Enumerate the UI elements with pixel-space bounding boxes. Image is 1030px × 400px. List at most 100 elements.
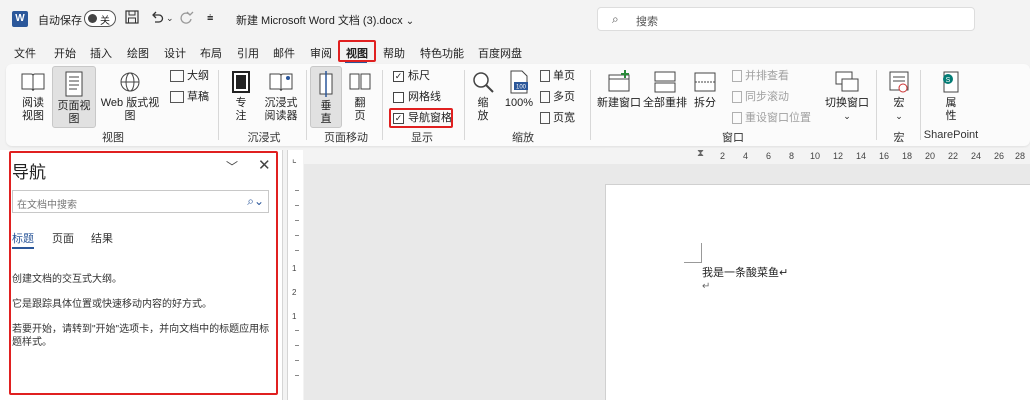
ruler-tick [295,250,299,251]
tab-baidu-netdisk[interactable]: 百度网盘 [478,45,522,61]
document-line-1[interactable]: 我是一条酸菜鱼↵ [702,264,788,280]
reset-window-label: 重设窗口位置 [745,112,811,124]
redo-icon[interactable] [180,10,194,28]
print-layout-label: 页面视图 [57,100,91,125]
zoom-100-label: 100% [504,97,534,109]
page-width-button[interactable]: 页宽 [540,110,575,126]
one-page-icon [540,70,550,83]
margin-corner-marker [684,243,702,263]
vertical-button[interactable]: 垂 直 [310,66,342,128]
properties-button[interactable]: S 属 性 [936,70,966,124]
split-label: 拆分 [694,97,716,109]
multiple-pages-label: 多页 [553,91,575,103]
ruler-number: 24 [971,151,982,161]
document-title[interactable]: 新建 Microsoft Word 文档 (3).docx ⌄ [236,12,414,28]
print-layout-button[interactable]: 页面视图 [52,66,96,128]
sync-scrolling-icon [732,91,742,104]
switch-windows-icon [835,71,859,92]
gridlines-checkbox[interactable]: 网格线 [393,89,441,105]
web-layout-button[interactable]: Web 版式视图 [98,70,162,124]
vruler-number: 2 [292,288,297,297]
paragraph-mark: ↵ [702,281,711,292]
tab-mailings[interactable]: 邮件 [273,45,295,61]
immersive-group-label: 沉浸式 [247,132,281,144]
one-page-button[interactable]: 单页 [540,68,575,84]
separator [306,70,307,140]
undo-dropdown-icon[interactable]: ⌄ [166,10,174,26]
autosave-toggle[interactable]: 关 [84,10,116,27]
save-icon[interactable] [125,10,139,28]
reset-window-button[interactable]: 重设窗口位置 [732,110,811,126]
tab-features[interactable]: 特色功能 [420,45,464,61]
gridlines-label: 网格线 [408,91,441,103]
one-page-label: 单页 [553,70,575,82]
tab-layout[interactable]: 布局 [200,45,222,61]
tab-insert[interactable]: 插入 [90,45,112,61]
document-page[interactable] [605,184,1030,400]
zoom-button[interactable]: 缩 放 [470,70,496,124]
chevron-down-icon: ⌄ [843,111,851,121]
arrange-all-button[interactable]: 全部重排 [642,70,688,124]
draft-label: 草稿 [187,91,209,103]
globe-icon [120,72,140,92]
properties-label: 属 性 [945,97,957,122]
page-movement-group-label: 页面移动 [324,132,368,144]
indent-marker-icon[interactable]: ⧗ [697,148,704,159]
arrange-all-label: 全部重排 [643,97,687,109]
sync-scrolling-button[interactable]: 同步滚动 [732,89,789,105]
separator [464,70,465,140]
new-window-icon [608,70,630,92]
draft-icon [170,91,184,104]
views-group-label: 视图 [102,132,124,144]
tab-draw[interactable]: 绘图 [127,45,149,61]
zoom-100-button[interactable]: 100 100% [502,70,536,124]
tab-file[interactable]: 文件 [14,45,36,61]
read-mode-button[interactable]: 阅读 视图 [14,70,52,124]
undo-icon[interactable] [150,10,164,28]
tab-references[interactable]: 引用 [237,45,259,61]
tab-selector-icon[interactable]: ⌞ [292,154,297,165]
ruler-number: 2 [720,151,726,161]
outline-button[interactable]: 大纲 [170,68,209,84]
reset-window-icon [732,112,742,125]
split-button[interactable]: 拆分 [690,70,720,124]
focus-icon [232,71,250,93]
multiple-pages-button[interactable]: 多页 [540,89,575,105]
tab-review[interactable]: 审阅 [310,45,332,61]
vertical-ruler[interactable]: ⌞ 1 2 1 [287,150,303,400]
read-mode-label: 阅读 视图 [22,97,44,122]
ruler-number: 20 [925,151,936,161]
customize-qa-icon[interactable]: ⩧ [207,10,213,26]
menu-bar: 文件 开始 插入 绘图 设计 布局 引用 邮件 审阅 视图 帮助 特色功能 百度… [0,38,1030,64]
highlight-nav-pane-area [9,151,278,395]
new-window-button[interactable]: 新建窗口 [596,70,642,124]
immersive-reader-button[interactable]: 沉浸式 阅读器 [258,70,304,124]
tab-help[interactable]: 帮助 [383,45,405,61]
tab-home[interactable]: 开始 [54,45,76,61]
side-to-side-button[interactable]: 翻 页 [344,70,376,124]
draft-button[interactable]: 草稿 [170,89,209,105]
window-group-label: 窗口 [722,132,744,144]
immersive-reader-label: 沉浸式 阅读器 [264,97,298,122]
ruler-number: 28 [1015,151,1026,161]
ruler-number: 14 [856,151,867,161]
macros-button[interactable]: 宏 ⌄ [884,70,914,128]
search-input[interactable]: ⌕ 搜索 [597,7,975,31]
document-title-text: 新建 Microsoft Word 文档 (3).docx [236,15,403,27]
ruler-tick [295,190,299,191]
zoom-100-icon: 100 [510,70,528,94]
ruler-tick [295,360,299,361]
switch-windows-button[interactable]: 切换窗口 ⌄ [824,70,870,128]
focus-button[interactable]: 专 注 [226,70,256,124]
arrange-all-icon [654,71,676,93]
tab-design[interactable]: 设计 [164,45,186,61]
highlight-view-tab [338,40,376,62]
view-side-by-side-button[interactable]: 并排查看 [732,68,789,84]
sync-scrolling-label: 同步滚动 [745,91,789,103]
search-icon: ⌕ [612,12,619,26]
split-icon [694,72,716,92]
word-logo-icon: W [12,11,28,27]
side-to-side-icon [349,73,371,90]
horizontal-ruler[interactable]: ⧗ 2 4 6 8 10 12 14 16 18 20 22 24 26 28 [605,148,1030,164]
ruler-checkbox[interactable]: ✓ 标尺 [393,68,430,84]
